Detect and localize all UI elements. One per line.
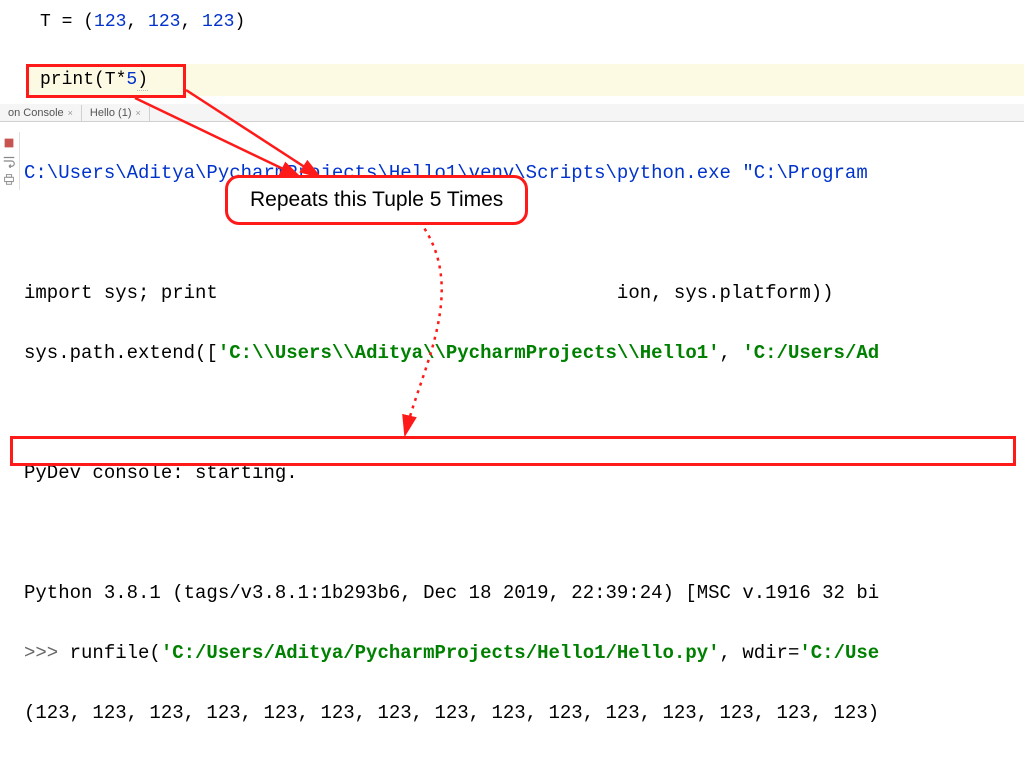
console-line: Python 3.8.1 (tags/v3.8.1:1b293b6, Dec 1… xyxy=(24,578,1024,608)
console-blank xyxy=(24,398,1024,428)
tab-console[interactable]: on Console × xyxy=(0,105,82,121)
tab-label: Hello (1) xyxy=(90,107,132,119)
console-output-line: (123, 123, 123, 123, 123, 123, 123, 123,… xyxy=(24,698,1024,728)
console-gutter xyxy=(0,132,20,190)
console-tabs-bar: on Console × Hello (1) × xyxy=(0,104,1024,122)
blank-line xyxy=(40,36,1024,64)
prompt: >>> xyxy=(24,642,70,664)
string-literal: 'C:\\Users\\Aditya\\PycharmProjects\\Hel… xyxy=(218,342,720,364)
console-line: PyDev console: starting. xyxy=(24,458,1024,488)
console-line: import sys; print ion, sys.platform)) xyxy=(24,278,1024,308)
code-line-1: T = (123, 123, 123) xyxy=(40,8,1024,36)
code-line-2: print(T*5) xyxy=(28,64,1024,96)
tab-hello[interactable]: Hello (1) × xyxy=(82,105,150,121)
callout-text: Repeats this Tuple 5 Times xyxy=(250,188,503,211)
number-literal: 5 xyxy=(126,70,137,90)
close-icon[interactable]: × xyxy=(68,108,73,118)
close-icon[interactable]: × xyxy=(136,108,141,118)
code-text: T = ( xyxy=(40,12,94,32)
console-blank xyxy=(24,218,1024,248)
tab-label: on Console xyxy=(8,107,64,119)
string-literal: 'C:/Users/Ad xyxy=(742,342,879,364)
console-line: >>> runfile('C:/Users/Aditya/PycharmProj… xyxy=(24,638,1024,668)
console-blank xyxy=(24,518,1024,548)
string-literal: 'C:/Users/Aditya/PycharmProjects/Hello1/… xyxy=(161,642,720,664)
print-icon[interactable] xyxy=(2,172,16,186)
console-line: sys.path.extend(['C:\\Users\\Aditya\\Pyc… xyxy=(24,338,1024,368)
code-text: print(T* xyxy=(40,70,126,90)
annotation-callout: Repeats this Tuple 5 Times xyxy=(225,175,528,225)
number-literal: 123 xyxy=(94,12,126,32)
string-literal: 'C:/Use xyxy=(799,642,879,664)
wrap-icon[interactable] xyxy=(2,154,16,168)
number-literal: 123 xyxy=(148,12,180,32)
number-literal: 123 xyxy=(202,12,234,32)
stop-icon[interactable] xyxy=(2,136,16,150)
code-editor[interactable]: T = (123, 123, 123) print(T*5) xyxy=(0,0,1024,104)
